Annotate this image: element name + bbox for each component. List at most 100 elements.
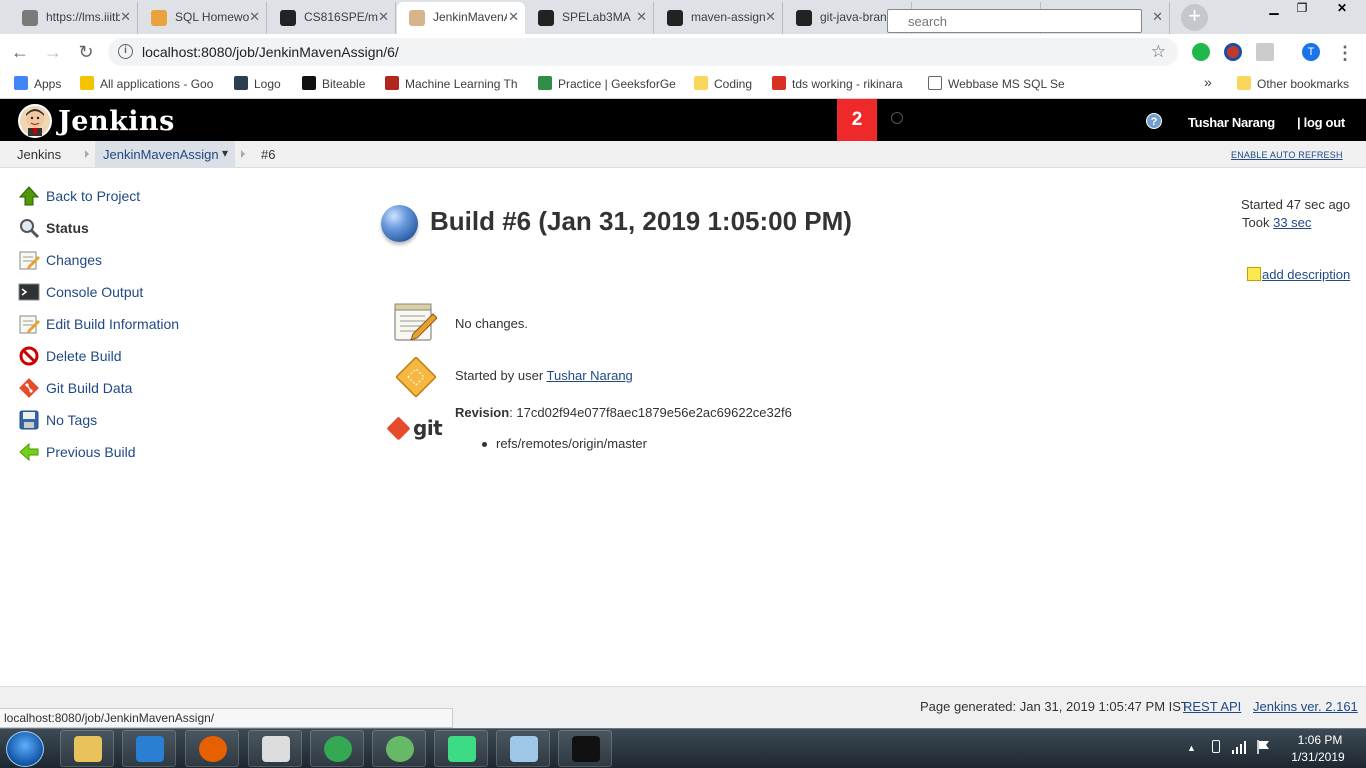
close-window-button[interactable]: ✕ <box>1320 0 1364 18</box>
build-duration: Took 33 sec <box>1242 215 1311 230</box>
new-tab-button[interactable]: + <box>1181 4 1208 31</box>
extension-check-icon[interactable] <box>1192 43 1210 61</box>
taskbar-app-firefox[interactable] <box>185 730 239 767</box>
side-task-git-build-data[interactable]: Git Build Data <box>18 376 132 400</box>
browser-menu-icon[interactable]: ⋮ <box>1335 43 1355 63</box>
side-task-delete-build[interactable]: Delete Build <box>18 344 122 368</box>
taskbar-app-chrome[interactable] <box>310 730 364 767</box>
build-duration-link[interactable]: 33 sec <box>1273 215 1311 230</box>
add-description-link[interactable]: add description <box>1247 267 1350 282</box>
tray-expand-icon[interactable]: ▲ <box>1187 743 1196 753</box>
close-icon[interactable]: ✕ <box>249 2 260 32</box>
git-logo-icon: git <box>386 415 443 441</box>
breadcrumb-separator-icon <box>85 150 89 158</box>
more-bookmarks-button[interactable]: » <box>1204 74 1212 90</box>
maximize-button[interactable]: ❐ <box>1288 0 1316 18</box>
tab-title: SPELab3MA <box>562 10 631 24</box>
extension-gray-icon[interactable] <box>1256 43 1274 61</box>
bookmark-item[interactable]: Logo <box>234 76 281 92</box>
taskbar-app-command-prompt[interactable] <box>558 730 612 767</box>
browser-tab[interactable]: maven-assign ✕ <box>655 2 783 34</box>
side-task-changes[interactable]: Changes <box>18 248 102 272</box>
jenkins-logo[interactable]: Jenkins <box>18 103 175 139</box>
user-link[interactable]: Tushar Narang <box>1188 115 1275 130</box>
terminal-icon <box>18 281 40 303</box>
taskbar-time[interactable]: 1:06 PM <box>1295 733 1345 747</box>
breadcrumb-build[interactable]: #6 <box>261 147 275 162</box>
rest-api-link[interactable]: REST API <box>1183 699 1241 714</box>
build-status-ball-icon <box>381 205 418 242</box>
bookmark-item[interactable]: Apps <box>14 76 61 92</box>
extension-transit-icon[interactable] <box>1224 43 1242 61</box>
browser-tab[interactable]: SQL Homework✕ <box>139 2 267 34</box>
battery-icon[interactable] <box>1212 740 1220 753</box>
breadcrumb-dropdown-icon[interactable]: ▾ <box>222 146 228 160</box>
tab-title: CS816SPE/maven <box>304 10 378 24</box>
action-center-flag-icon[interactable] <box>1256 739 1272 755</box>
taskbar-app-android-studio[interactable] <box>434 730 488 767</box>
started-by-user-link[interactable]: Tushar Narang <box>547 368 633 383</box>
minimize-button[interactable]: ▁ <box>1260 0 1288 18</box>
site-info-icon[interactable]: i <box>118 44 133 59</box>
close-icon[interactable]: ✕ <box>636 2 647 32</box>
jenkins-version-link[interactable]: Jenkins ver. 2.161 <box>1253 699 1358 714</box>
reload-button[interactable]: ↻ <box>76 42 96 62</box>
close-icon[interactable]: ✕ <box>1152 2 1163 32</box>
bookmark-favicon-icon <box>772 76 786 90</box>
close-icon[interactable]: ✕ <box>508 2 519 32</box>
took-label: Took <box>1242 215 1270 230</box>
taskbar-app-file-explorer[interactable] <box>60 730 114 767</box>
tab-title: JenkinMavenAssign <box>433 10 507 24</box>
side-task-previous-build[interactable]: Previous Build <box>18 440 136 464</box>
logout-link[interactable]: | log out <box>1297 115 1345 130</box>
taskbar-app-notepad[interactable] <box>496 730 550 767</box>
jenkins-search-input[interactable] <box>887 9 1142 33</box>
taskbar-date[interactable]: 1/31/2019 <box>1288 750 1348 764</box>
tab-favicon-icon <box>409 10 425 26</box>
side-task-console-output[interactable]: Console Output <box>18 280 143 304</box>
bookmark-item[interactable]: All applications - Goo <box>80 76 213 92</box>
eye-app-icon <box>262 736 290 762</box>
bookmark-item[interactable]: Biteable <box>302 76 365 92</box>
notepad-icon <box>510 736 538 762</box>
browser-tab[interactable]: SPELab3MA ✕ <box>526 2 654 34</box>
profile-avatar[interactable]: T <box>1302 43 1320 61</box>
notification-count-badge[interactable]: 2 <box>837 99 877 141</box>
start-button[interactable] <box>6 731 44 767</box>
side-task-edit-build-information[interactable]: Edit Build Information <box>18 312 179 336</box>
bookmark-item[interactable]: Practice | GeeksforGe <box>538 76 676 92</box>
tab-title: git-java-branch <box>820 10 894 24</box>
started-by: Started by user Tushar Narang <box>455 368 633 383</box>
forward-button[interactable]: → <box>43 42 63 62</box>
enable-auto-refresh-link[interactable]: ENABLE AUTO REFRESH <box>1231 150 1343 160</box>
back-button[interactable]: ← <box>10 42 30 62</box>
taskbar-app-eye-app[interactable] <box>248 730 302 767</box>
browser-tab[interactable]: CS816SPE/maven✕ <box>268 2 396 34</box>
signal-icon[interactable] <box>1232 740 1248 754</box>
browser-tab[interactable]: https://lms.iiitb ✕ <box>10 2 138 34</box>
close-icon[interactable]: ✕ <box>378 2 389 32</box>
close-icon[interactable]: ✕ <box>120 2 131 32</box>
help-icon[interactable]: ? <box>1146 113 1162 129</box>
bookmark-item[interactable]: Coding <box>694 76 752 92</box>
bookmark-favicon-icon <box>234 76 248 90</box>
breadcrumb-job[interactable]: JenkinMavenAssign <box>103 147 219 162</box>
up-arrow-icon <box>18 185 40 207</box>
close-icon[interactable]: ✕ <box>765 2 776 32</box>
tab-favicon-icon <box>538 10 554 26</box>
browser-tab[interactable]: JenkinMavenAssign✕ <box>397 2 525 34</box>
address-bar[interactable]: i localhost:8080/job/JenkinMavenAssign/6… <box>108 38 1178 66</box>
side-task-back-to-project[interactable]: Back to Project <box>18 184 140 208</box>
taskbar-app-media-player[interactable] <box>122 730 176 767</box>
notepad-icon <box>394 303 437 341</box>
other-bookmarks[interactable]: Other bookmarks <box>1237 76 1349 92</box>
breadcrumb-jenkins[interactable]: Jenkins <box>17 147 61 162</box>
side-task-label: Git Build Data <box>46 380 133 396</box>
bookmark-star-icon[interactable]: ☆ <box>1151 38 1166 66</box>
bookmark-item[interactable]: Machine Learning Th <box>385 76 518 92</box>
taskbar-app-atom[interactable] <box>372 730 426 767</box>
side-task-no-tags[interactable]: No Tags <box>18 408 97 432</box>
side-task-status[interactable]: Status <box>18 216 89 240</box>
bookmark-item[interactable]: Webbase MS SQL Se <box>928 76 1065 92</box>
bookmark-item[interactable]: tds working - rikinara <box>772 76 903 92</box>
